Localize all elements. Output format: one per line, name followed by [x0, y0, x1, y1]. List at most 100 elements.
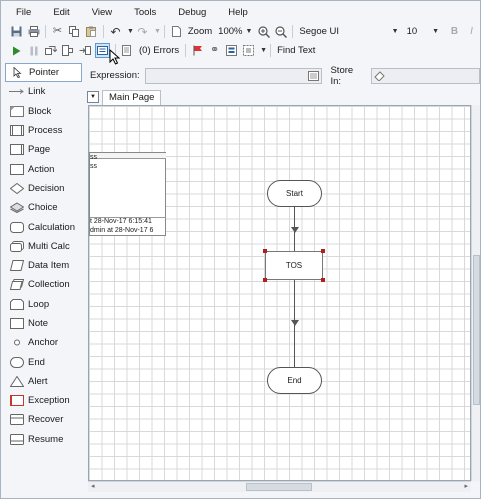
font-size-value: 10	[406, 26, 418, 37]
scroll-left-icon[interactable]: ◂	[91, 482, 95, 490]
validate-icon[interactable]	[95, 43, 110, 58]
arrange-dropdown-icon[interactable]: ▼	[260, 47, 267, 54]
run-icon[interactable]	[10, 44, 23, 57]
palette-item-alert[interactable]: Alert	[5, 372, 82, 391]
process-canvas[interactable]: ss ss t 28-Nov-17 6:15:41 dmin at 28-Nov…	[88, 105, 471, 481]
palette-label: Note	[28, 318, 49, 329]
undo-icon[interactable]: ↶	[109, 25, 122, 38]
step-icon[interactable]	[44, 44, 57, 57]
palette-item-multi-calc[interactable]: Multi Calc	[5, 237, 82, 256]
copy-icon[interactable]	[68, 25, 81, 38]
save-icon[interactable]	[10, 25, 23, 38]
link-arrow-icon	[291, 227, 299, 233]
start-stage[interactable]: Start	[267, 180, 322, 207]
arrange-icon[interactable]	[242, 44, 255, 57]
align-icon[interactable]	[225, 44, 238, 57]
redo-icon[interactable]: ↷	[136, 25, 149, 38]
find-text-button[interactable]: Find Text	[277, 45, 315, 56]
palette-item-anchor[interactable]: Anchor	[5, 333, 82, 352]
selection-handle[interactable]	[263, 249, 267, 253]
end-icon	[9, 356, 24, 368]
vertical-scrollbar[interactable]	[471, 105, 480, 481]
selection-handle[interactable]	[321, 278, 325, 282]
bold-icon[interactable]: B	[448, 25, 461, 38]
canvas-note[interactable]: ss ss t 28-Nov-17 6:15:41 dmin at 28-Nov…	[89, 152, 166, 236]
expression-field[interactable]	[144, 67, 323, 84]
page-list-dropdown-icon[interactable]: ▼	[87, 91, 99, 103]
action-icon	[9, 163, 24, 175]
expression-builder-icon[interactable]	[308, 70, 320, 81]
redo-dropdown-icon[interactable]: ▼	[154, 28, 161, 35]
italic-icon[interactable]: I	[465, 25, 478, 38]
tab-main-page[interactable]: Main Page	[102, 89, 162, 105]
vertical-scroll-thumb[interactable]	[473, 255, 480, 405]
zoom-value: 100%	[218, 26, 243, 37]
palette-item-recover[interactable]: Recover	[5, 410, 82, 429]
tos-stage[interactable]: TOS	[265, 251, 323, 280]
palette-item-block[interactable]: Block	[5, 102, 82, 121]
link-icon	[9, 86, 24, 97]
menu-file[interactable]: File	[2, 7, 39, 18]
flag-icon[interactable]	[191, 44, 204, 57]
font-name-combo[interactable]: Segoe UI ▼	[296, 25, 401, 39]
selection-handle[interactable]	[321, 249, 325, 253]
horizontal-scrollbar[interactable]: ◂ ▸	[88, 481, 471, 492]
toolbar-separator	[185, 44, 187, 57]
toolbar-separator	[270, 44, 272, 57]
palette-item-end[interactable]: End	[5, 352, 82, 371]
horizontal-scroll-thumb[interactable]	[246, 483, 312, 491]
zoom-label: Zoom	[187, 26, 213, 37]
palette-item-decision[interactable]: Decision	[5, 179, 82, 198]
palette-item-pointer[interactable]: Pointer	[5, 63, 82, 83]
palette-label: Decision	[28, 182, 65, 194]
menu-edit[interactable]: Edit	[39, 7, 77, 18]
palette-item-note[interactable]: Note	[5, 314, 82, 333]
menu-view[interactable]: View	[78, 7, 120, 18]
note-icon	[9, 318, 24, 329]
choice-icon	[9, 202, 24, 214]
anchor-icon	[9, 337, 24, 348]
palette-label: Resume	[28, 433, 64, 445]
step-over-icon[interactable]	[61, 44, 74, 57]
zoom-out-icon[interactable]	[274, 25, 287, 38]
palette-label: Alert	[28, 375, 48, 387]
palette-item-calculation[interactable]: Calculation	[5, 217, 82, 236]
palette-item-exception[interactable]: Exception	[5, 391, 82, 410]
palette-item-collection[interactable]: Collection	[5, 275, 82, 294]
palette-item-resume[interactable]: Resume	[5, 430, 82, 449]
menu-help[interactable]: Help	[214, 7, 256, 18]
selection-handle[interactable]	[263, 278, 267, 282]
palette-item-link[interactable]: Link	[5, 82, 82, 101]
end-stage[interactable]: End	[267, 367, 322, 394]
store-in-label: Store In:	[330, 64, 354, 87]
multi-calc-icon	[9, 240, 24, 252]
palette-item-choice[interactable]: Choice	[5, 198, 82, 217]
link-glasses-icon[interactable]: ⚭	[208, 44, 221, 57]
zoom-combo[interactable]: 100% ▼	[215, 25, 255, 39]
cut-icon[interactable]: ✂	[51, 25, 64, 38]
palette-item-loop[interactable]: Loop	[5, 295, 82, 314]
step-out-icon[interactable]	[78, 44, 91, 57]
link-arrow-icon	[291, 320, 299, 326]
font-size-combo[interactable]: 10 ▼	[404, 25, 442, 39]
palette-item-process[interactable]: Process	[5, 121, 82, 140]
palette-label: Anchor	[28, 337, 59, 349]
palette-label: Link	[28, 86, 46, 98]
scroll-right-icon[interactable]: ▸	[464, 482, 468, 490]
paste-icon[interactable]	[85, 25, 98, 38]
undo-dropdown-icon[interactable]: ▼	[127, 28, 134, 35]
tab-label: Main Page	[109, 92, 155, 103]
store-in-field[interactable]	[370, 67, 481, 84]
palette-item-page[interactable]: Page	[5, 140, 82, 159]
errors-count[interactable]: (0) Errors	[139, 45, 179, 56]
menu-debug[interactable]: Debug	[164, 7, 214, 18]
menu-bar: File Edit View Tools Debug Help	[2, 3, 480, 21]
menu-tools[interactable]: Tools	[120, 7, 164, 18]
pause-icon[interactable]	[27, 44, 40, 57]
eraser-icon[interactable]	[373, 70, 385, 82]
palette-item-data-item[interactable]: Data Item	[5, 256, 82, 275]
zoom-in-icon[interactable]	[257, 25, 270, 38]
palette-label: Calculation	[28, 221, 75, 233]
palette-item-action[interactable]: Action	[5, 159, 82, 178]
print-icon[interactable]	[27, 25, 40, 38]
